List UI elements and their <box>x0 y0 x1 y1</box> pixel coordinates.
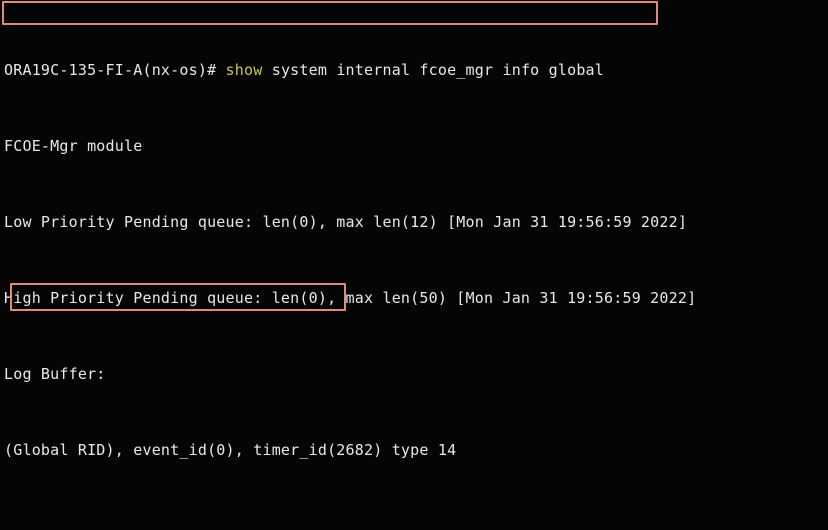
line-module: FCOE-Mgr module <box>4 137 828 156</box>
prompt-host: ORA19C-135-FI-A(nx-os)# <box>4 61 226 79</box>
command-arguments: system internal fcoe_mgr info global <box>262 61 605 79</box>
line-log-buffer: Log Buffer: <box>4 365 828 384</box>
prompt-line: ORA19C-135-FI-A(nx-os)# show system inte… <box>4 61 828 80</box>
text-module: FCOE-Mgr module <box>4 137 143 155</box>
terminal-output: ORA19C-135-FI-A(nx-os)# show system inte… <box>4 4 828 530</box>
line-low-priority-queue: Low Priority Pending queue: len(0), max … <box>4 213 828 232</box>
line-blank-1 <box>4 517 828 530</box>
line-high-priority-queue: High Priority Pending queue: len(0), max… <box>4 289 828 308</box>
text-low-priority-queue: Low Priority Pending queue: len(0), max … <box>4 213 688 231</box>
command-keyword: show <box>225 61 263 79</box>
text-global-rid: (Global RID), event_id(0), timer_id(2682… <box>4 441 457 459</box>
text-log-buffer: Log Buffer: <box>4 365 106 383</box>
terminal-window[interactable]: ORA19C-135-FI-A(nx-os)# show system inte… <box>0 0 828 530</box>
line-global-rid: (Global RID), event_id(0), timer_id(2682… <box>4 441 828 460</box>
text-high-priority-queue: High Priority Pending queue: len(0), max… <box>4 289 697 307</box>
